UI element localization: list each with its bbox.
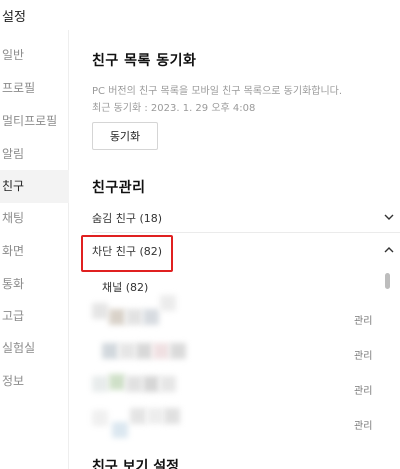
manage-link[interactable]: 관리	[354, 312, 372, 327]
hidden-friends-row[interactable]: 숨김 친구 (18)	[92, 201, 400, 233]
chevron-up-icon[interactable]	[384, 243, 394, 257]
blurred-avatar	[112, 422, 128, 438]
sidebar-item-advanced[interactable]: 고급	[0, 300, 69, 333]
blurred-avatar	[92, 376, 108, 392]
blocked-friend-row	[92, 402, 302, 438]
main-panel: 친구 목록 동기화 PC 버전의 친구 목록을 모바일 친구 목록으로 동기화합…	[70, 30, 400, 469]
blurred-avatar	[153, 343, 169, 359]
blocked-friend-row	[92, 335, 302, 367]
sync-button[interactable]: 동기화	[92, 122, 158, 150]
sidebar-item-notifications[interactable]: 알림	[0, 138, 69, 171]
blurred-avatar	[126, 309, 142, 325]
sidebar-item-info[interactable]: 정보	[0, 365, 69, 398]
channel-label: 채널 (82)	[102, 281, 149, 294]
manage-link[interactable]: 관리	[354, 347, 372, 362]
sidebar-item-call[interactable]: 통화	[0, 268, 69, 301]
highlight-annotation	[81, 235, 173, 272]
blurred-avatar	[160, 376, 176, 392]
sidebar-item-multiprofile[interactable]: 멀티프로필	[0, 105, 69, 138]
chevron-down-icon[interactable]	[384, 210, 394, 224]
blurred-avatar	[136, 343, 152, 359]
sync-description: PC 버전의 친구 목록을 모바일 친구 목록으로 동기화합니다.	[92, 86, 343, 97]
title-bar: 설정	[0, 0, 400, 30]
blurred-avatar	[92, 303, 108, 319]
sidebar-item-profile[interactable]: 프로필	[0, 72, 69, 105]
blurred-avatar	[160, 295, 176, 311]
blurred-avatar	[143, 309, 159, 325]
sidebar: 일반 프로필 멀티프로필 알림 친구 채팅 화면 통화 고급 실험실 정보	[0, 30, 69, 469]
friend-management-title: 친구관리	[92, 180, 146, 196]
last-sync-time: 최근 동기화 : 2023. 1. 29 오후 4:08	[92, 103, 256, 114]
blurred-avatar	[143, 376, 159, 392]
blurred-avatar	[92, 410, 108, 426]
blurred-avatar	[109, 374, 125, 390]
blurred-avatar	[164, 408, 180, 424]
sidebar-item-friends[interactable]: 친구	[0, 170, 69, 203]
blocked-friend-row	[92, 368, 302, 400]
sidebar-item-display[interactable]: 화면	[0, 235, 69, 268]
blurred-avatar	[130, 408, 146, 424]
blurred-avatar	[170, 343, 186, 359]
view-settings-title: 친구 보기 설정	[92, 459, 180, 469]
sidebar-item-general[interactable]: 일반	[0, 39, 69, 72]
blurred-avatar	[126, 376, 142, 392]
scroll-thumb[interactable]	[385, 273, 390, 289]
sidebar-item-labs[interactable]: 실험실	[0, 332, 69, 365]
blurred-avatar	[109, 309, 125, 325]
blurred-avatar	[147, 408, 163, 424]
manage-link[interactable]: 관리	[354, 382, 372, 397]
sync-section-title: 친구 목록 동기화	[92, 53, 197, 69]
blocked-friend-row	[92, 295, 302, 327]
scrollbar[interactable]	[383, 270, 393, 469]
sidebar-item-chat[interactable]: 채팅	[0, 202, 69, 235]
window-title: 설정	[2, 10, 26, 25]
divider	[92, 232, 400, 233]
blurred-avatar	[102, 343, 118, 359]
blurred-avatar	[119, 343, 135, 359]
hidden-friends-label: 숨김 친구 (18)	[92, 212, 163, 225]
manage-link[interactable]: 관리	[354, 417, 372, 432]
